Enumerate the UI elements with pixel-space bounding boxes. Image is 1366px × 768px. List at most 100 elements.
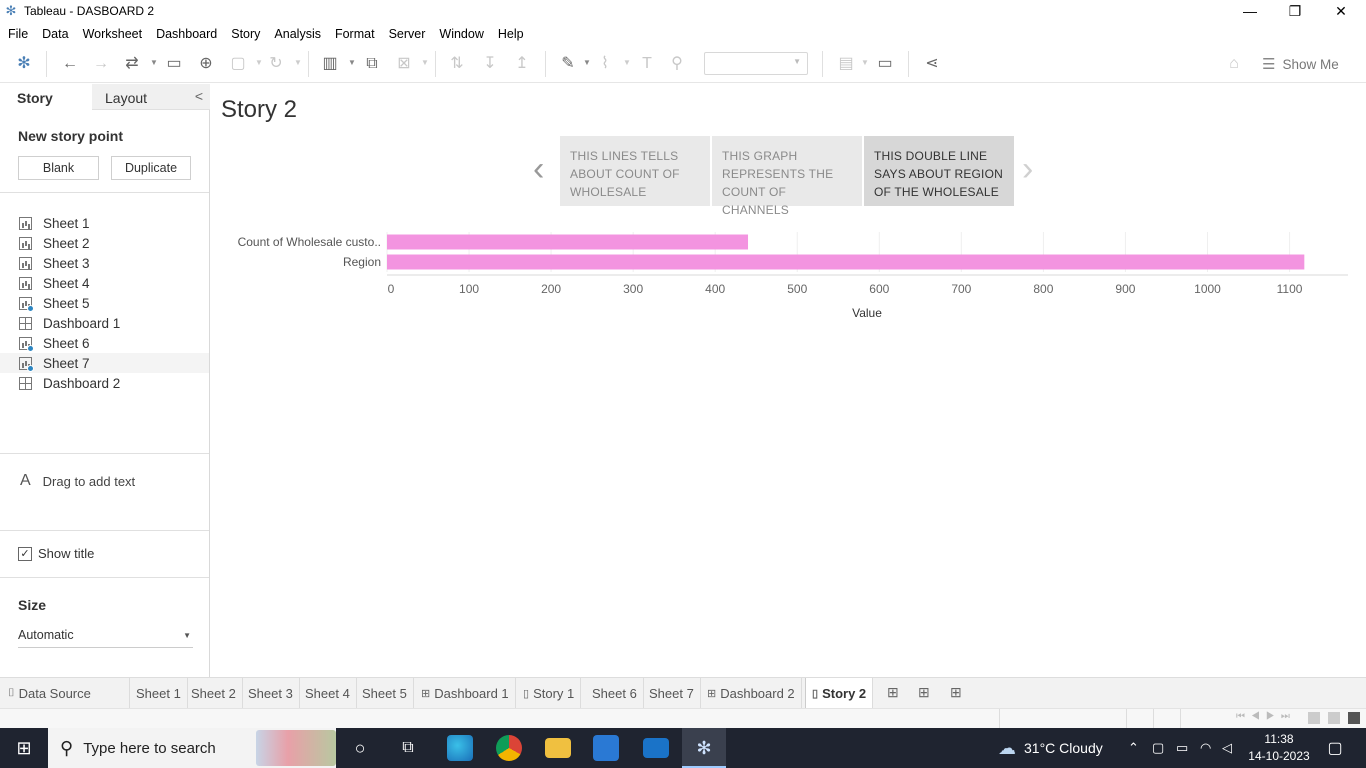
volume-icon[interactable]: ◁ bbox=[1222, 728, 1232, 768]
clear-icon[interactable]: ⊠ bbox=[394, 54, 414, 74]
notifications-icon[interactable]: ▢ bbox=[1320, 728, 1350, 768]
restore-button[interactable]: ❐ bbox=[1272, 0, 1318, 22]
show-title-checkbox[interactable]: ✓ bbox=[18, 546, 32, 561]
tab-story-active[interactable]: ▯ Story 2 bbox=[805, 678, 874, 708]
minimize-button[interactable]: — bbox=[1227, 0, 1273, 22]
menu-analysis[interactable]: Analysis bbox=[274, 27, 321, 41]
menu-format[interactable]: Format bbox=[335, 27, 375, 41]
tab-story[interactable]: ▯ Story 1 bbox=[517, 678, 582, 708]
new-worksheet-icon[interactable]: ⊞ bbox=[887, 684, 899, 701]
menu-server[interactable]: Server bbox=[389, 27, 426, 41]
tab-sheet[interactable]: Sheet 2 bbox=[185, 678, 243, 708]
battery-icon[interactable]: ▭ bbox=[1176, 728, 1188, 768]
list-item[interactable]: Dashboard 1 bbox=[0, 313, 209, 333]
bar-chart: Count of Wholesale custo.. Region 0 100 200 3… bbox=[238, 232, 1348, 320]
close-button[interactable]: ✕ bbox=[1318, 0, 1364, 22]
tab-story[interactable]: Story bbox=[0, 84, 92, 110]
tab-sheet[interactable]: Sheet 7 bbox=[643, 678, 701, 708]
size-dropdown[interactable]: Automatic ▼ bbox=[18, 628, 193, 648]
list-item[interactable]: Sheet 1 bbox=[0, 213, 209, 233]
collapse-panel-icon[interactable]: < bbox=[195, 88, 203, 104]
label-icon[interactable]: T bbox=[637, 54, 657, 74]
menu-help[interactable]: Help bbox=[498, 27, 524, 41]
show-hidden-icons-icon[interactable]: ⌃ bbox=[1128, 728, 1139, 768]
taskbar-search[interactable]: ⚲ Type here to search bbox=[48, 728, 336, 768]
chrome-icon[interactable] bbox=[493, 728, 525, 768]
file-explorer-icon[interactable] bbox=[542, 728, 574, 768]
pause-update-icon[interactable]: ▢ bbox=[228, 54, 248, 74]
redo-icon[interactable]: → bbox=[91, 54, 111, 74]
mail-icon[interactable] bbox=[640, 728, 672, 768]
sort-ascending-icon[interactable]: ↧ bbox=[480, 54, 500, 74]
highlight-icon[interactable]: ✎ bbox=[558, 54, 578, 74]
list-item[interactable]: Sheet 4 bbox=[0, 273, 209, 293]
save-icon[interactable]: ▭ bbox=[164, 54, 184, 74]
show-me-button[interactable]: ☰ Show Me bbox=[1262, 55, 1339, 73]
presentation-icon[interactable]: ▭ bbox=[875, 54, 895, 74]
menu-data[interactable]: Data bbox=[42, 27, 68, 41]
menu-worksheet[interactable]: Worksheet bbox=[83, 27, 143, 41]
edge-icon[interactable] bbox=[444, 728, 476, 768]
undo-icon[interactable]: ← bbox=[60, 54, 80, 74]
task-view-icon[interactable]: ⧉ bbox=[392, 728, 424, 768]
sort-descending-icon[interactable]: ↥ bbox=[512, 54, 532, 74]
sheet-navigation-icon[interactable]: ⏮◀▶⏭ bbox=[1236, 711, 1296, 722]
tab-sheet[interactable]: Sheet 3 bbox=[242, 678, 300, 708]
cortana-icon[interactable]: ○ bbox=[344, 728, 376, 768]
weather-widget[interactable]: ☁ 31°C Cloudy bbox=[998, 728, 1103, 768]
duplicate-button[interactable]: Duplicate bbox=[111, 156, 191, 180]
previous-story-point-icon[interactable]: ‹ bbox=[533, 152, 544, 186]
tab-sheet[interactable]: Sheet 1 bbox=[130, 678, 188, 708]
new-datasource-icon[interactable]: ⊕ bbox=[196, 54, 216, 74]
fit-icon[interactable]: ▤ bbox=[836, 54, 856, 74]
windows-start-icon[interactable]: ⊞ bbox=[0, 728, 48, 768]
menu-story[interactable]: Story bbox=[231, 27, 260, 41]
meet-now-icon[interactable]: ▢ bbox=[1152, 728, 1164, 768]
list-item[interactable]: Dashboard 2 bbox=[0, 373, 209, 393]
story-point-active[interactable]: THIS DOUBLE LINE SAYS ABOUT REGION OF TH… bbox=[864, 136, 1014, 206]
tab-dashboard[interactable]: ⊞ Dashboard 2 bbox=[701, 678, 802, 708]
tick-label: 900 bbox=[1115, 282, 1135, 296]
view-mode-switch[interactable] bbox=[1308, 712, 1360, 724]
swap-rows-icon[interactable]: ⇅ bbox=[447, 54, 467, 74]
list-item[interactable]: Sheet 5 bbox=[0, 293, 209, 313]
new-worksheet-icon[interactable]: ▥ bbox=[320, 54, 340, 74]
menu-file[interactable]: File bbox=[8, 27, 28, 41]
story-point[interactable]: THIS LINES TELLS ABOUT COUNT OF WHOLESAL… bbox=[560, 136, 710, 206]
list-item[interactable]: Sheet 6 bbox=[0, 333, 209, 353]
tick-label: 100 bbox=[459, 282, 479, 296]
show-title-option[interactable]: ✓ Show title bbox=[18, 546, 94, 561]
menu-dashboard[interactable]: Dashboard bbox=[156, 27, 217, 41]
swap-icon[interactable]: ⇄ bbox=[122, 54, 142, 74]
tableau-icon[interactable]: ✻ bbox=[688, 728, 720, 768]
new-dashboard-icon[interactable]: ⊞ bbox=[918, 684, 930, 701]
system-clock[interactable]: 11:38 14-10-2023 bbox=[1244, 731, 1314, 765]
list-item[interactable]: Sheet 2 bbox=[0, 233, 209, 253]
tab-sheet[interactable]: Sheet 6 bbox=[586, 678, 644, 708]
wifi-icon[interactable]: ◠ bbox=[1200, 728, 1211, 768]
menu-window[interactable]: Window bbox=[439, 27, 483, 41]
format-painter-icon[interactable]: ⌂ bbox=[1224, 54, 1244, 74]
new-story-icon[interactable]: ⊞ bbox=[950, 684, 962, 701]
refresh-icon[interactable]: ↻ bbox=[266, 54, 286, 74]
tab-data-source[interactable]: ⌷ Data Source bbox=[2, 678, 130, 708]
list-item[interactable]: Sheet 3 bbox=[0, 253, 209, 273]
story-title: Story 2 bbox=[221, 96, 298, 123]
list-item[interactable]: Sheet 7 bbox=[0, 353, 209, 373]
tableau-logo-icon[interactable]: ✻ bbox=[14, 54, 34, 74]
tab-layout[interactable]: Layout bbox=[92, 84, 210, 110]
pin-icon[interactable]: ⚲ bbox=[667, 54, 687, 74]
chevron-down-icon: ▼ bbox=[183, 631, 191, 640]
group-icon[interactable]: ⌇ bbox=[595, 54, 615, 74]
share-icon[interactable]: ⋖ bbox=[922, 54, 942, 74]
duplicate-icon[interactable]: ⧉ bbox=[362, 54, 382, 74]
fit-dropdown[interactable]: ▼ bbox=[704, 52, 808, 75]
next-story-point-icon[interactable]: › bbox=[1022, 152, 1033, 186]
store-icon[interactable] bbox=[590, 728, 622, 768]
drag-text-item[interactable]: A Drag to add text bbox=[20, 472, 135, 490]
tab-sheet[interactable]: Sheet 4 bbox=[299, 678, 357, 708]
story-point[interactable]: THIS GRAPH REPRESENTS THE COUNT OF CHANN… bbox=[712, 136, 862, 217]
tab-dashboard[interactable]: ⊞ Dashboard 1 bbox=[415, 678, 516, 708]
blank-button[interactable]: Blank bbox=[18, 156, 99, 180]
tab-sheet[interactable]: Sheet 5 bbox=[356, 678, 414, 708]
